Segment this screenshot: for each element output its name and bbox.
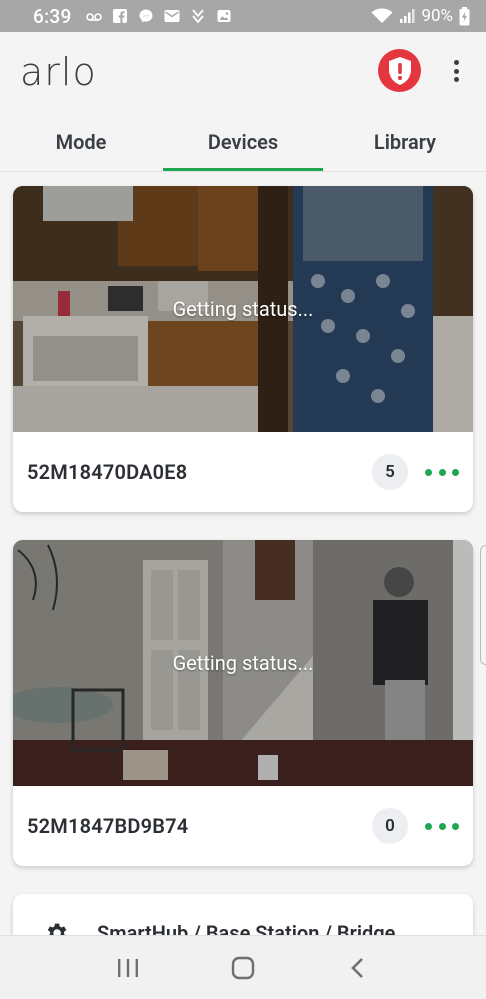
more-options-icon[interactable] xyxy=(425,462,459,482)
wifi-icon xyxy=(371,8,393,23)
facebook-icon xyxy=(112,9,127,23)
navigation-bar xyxy=(0,935,486,999)
messenger-icon xyxy=(139,9,153,23)
feed-status-text: Getting status... xyxy=(172,297,314,321)
device-list[interactable]: Getting status... 52M18470DA0E8 5 Gettin… xyxy=(0,173,486,935)
home-icon[interactable] xyxy=(223,948,263,988)
battery-percent: 90% xyxy=(421,6,453,26)
status-bar: 6:39 90% xyxy=(0,0,486,32)
recording-count-badge[interactable]: 0 xyxy=(372,808,408,844)
camera-feed[interactable]: Getting status... xyxy=(13,540,473,786)
battery-icon xyxy=(459,6,470,25)
tab-library[interactable]: Library xyxy=(324,112,486,171)
hub-card[interactable]: SmartHub / Base Station / Bridge xyxy=(13,894,473,935)
mail-icon xyxy=(164,10,180,22)
recording-count-badge[interactable]: 5 xyxy=(372,454,408,490)
download-icon xyxy=(191,9,204,23)
hub-row: SmartHub / Base Station / Bridge xyxy=(43,920,395,935)
security-alert-button[interactable] xyxy=(378,49,421,92)
tab-devices[interactable]: Devices xyxy=(162,112,324,171)
arlo-logo: arlo xyxy=(20,50,97,94)
camera-feed[interactable]: Getting status... xyxy=(13,186,473,432)
shield-alert-icon xyxy=(388,56,411,85)
more-options-icon[interactable] xyxy=(425,816,459,836)
tab-mode[interactable]: Mode xyxy=(0,112,162,171)
device-name[interactable]: 52M18470DA0E8 xyxy=(27,460,187,484)
camera-card: Getting status... 52M1847BD9B74 0 xyxy=(13,540,473,866)
card-footer: 52M18470DA0E8 5 xyxy=(13,432,473,512)
gear-icon xyxy=(47,923,67,935)
camera-card: Getting status... 52M18470DA0E8 5 xyxy=(13,186,473,512)
feed-status-text: Getting status... xyxy=(172,651,314,675)
edge-panel-handle[interactable] xyxy=(480,545,486,665)
hub-label: SmartHub / Base Station / Bridge xyxy=(97,921,396,935)
card-footer: 52M1847BD9B74 0 xyxy=(13,786,473,866)
status-time: 6:39 xyxy=(33,4,72,28)
recent-apps-icon[interactable] xyxy=(108,948,148,988)
signal-icon xyxy=(400,9,415,23)
screen: 6:39 90% arlo Mode Devices Library Getti… xyxy=(0,0,486,999)
notification-icons xyxy=(85,9,232,23)
device-name[interactable]: 52M1847BD9B74 xyxy=(27,814,188,838)
back-icon[interactable] xyxy=(338,948,378,988)
voicemail-icon xyxy=(85,13,102,21)
more-vertical-icon[interactable] xyxy=(446,56,466,86)
system-status: 90% xyxy=(371,6,470,26)
photo-icon xyxy=(217,10,231,22)
tab-bar: Mode Devices Library xyxy=(0,112,486,172)
app-header: arlo xyxy=(0,32,486,112)
